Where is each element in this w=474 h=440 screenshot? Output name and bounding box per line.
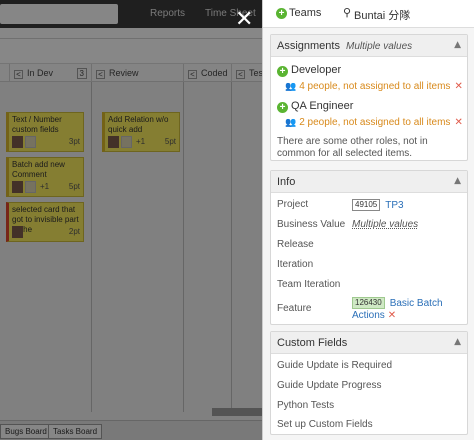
team-icon: ⚲: [343, 6, 352, 19]
close-icon[interactable]: ✕: [235, 9, 253, 31]
custom-fields-header[interactable]: Custom Fields ▲: [271, 332, 467, 354]
custom-fields-section: Custom Fields ▲ Guide Update is Required…: [270, 331, 468, 435]
chevron-up-icon[interactable]: ▲: [454, 337, 461, 347]
project-row: Project 49105 TP3: [277, 199, 404, 211]
project-id: 49105: [352, 199, 381, 211]
assignments-section: Assignments Multiple values ▲ + Developer …: [270, 34, 468, 161]
iteration-row[interactable]: Iteration: [277, 259, 463, 270]
role-qa-engineer-people[interactable]: 👥 2 people, not assigned to all items ✕: [285, 117, 463, 128]
assignments-subtitle: Multiple values: [345, 41, 413, 52]
chevron-up-icon[interactable]: ▲: [454, 176, 461, 186]
teams-label: Teams: [289, 7, 322, 19]
info-header[interactable]: Info ▲: [271, 171, 467, 193]
remove-icon[interactable]: ✕: [454, 81, 462, 92]
role-developer[interactable]: + Developer: [277, 64, 341, 77]
people-icon: 👥: [285, 82, 297, 92]
setup-custom-fields-link[interactable]: Set up Custom Fields: [277, 419, 373, 430]
add-team-icon[interactable]: +: [276, 8, 287, 19]
chevron-up-icon[interactable]: ▲: [454, 40, 461, 50]
feature-id: 126430: [352, 297, 385, 309]
role-qa-engineer[interactable]: + QA Engineer: [277, 100, 353, 113]
add-assignee-icon[interactable]: +: [277, 66, 288, 77]
remove-feature-icon[interactable]: ✕: [388, 310, 396, 321]
info-section: Info ▲ Project 49105 TP3 Business Value M…: [270, 170, 468, 325]
business-value-field[interactable]: Multiple values: [352, 219, 418, 230]
batch-edit-panel: + Teams ⚲ Buntai 分隊 Assignments Multiple …: [262, 0, 474, 440]
feature-link[interactable]: Basic Batch: [390, 298, 443, 309]
custom-fields-title: Custom Fields: [277, 337, 348, 349]
teams-bar: + Teams ⚲ Buntai 分隊: [263, 0, 474, 28]
assignments-header[interactable]: Assignments Multiple values ▲: [271, 35, 467, 57]
feature-link-cont[interactable]: Actions: [352, 310, 385, 321]
add-assignee-icon[interactable]: +: [277, 102, 288, 113]
custom-field-item[interactable]: Python Tests: [277, 400, 334, 411]
remove-icon[interactable]: ✕: [454, 117, 462, 128]
role-developer-people[interactable]: 👥 4 people, not assigned to all items ✕: [285, 81, 463, 92]
modal-overlay[interactable]: [0, 0, 262, 440]
team-iteration-row[interactable]: Team Iteration: [277, 279, 463, 290]
custom-field-item[interactable]: Guide Update is Required: [277, 360, 392, 371]
assignments-title: Assignments: [277, 40, 340, 52]
people-icon: 👥: [285, 118, 297, 128]
release-row[interactable]: Release: [277, 239, 463, 250]
project-link[interactable]: TP3: [385, 200, 403, 211]
team-name[interactable]: Buntai 分隊: [354, 7, 410, 23]
custom-field-item[interactable]: Guide Update Progress: [277, 380, 382, 391]
business-value-row: Business Value Multiple values: [277, 219, 419, 230]
info-title: Info: [277, 176, 296, 188]
roles-note: There are some other roles, not in commo…: [277, 136, 428, 159]
feature-row: Feature 126430 Basic Batch Actions ✕: [277, 297, 443, 321]
